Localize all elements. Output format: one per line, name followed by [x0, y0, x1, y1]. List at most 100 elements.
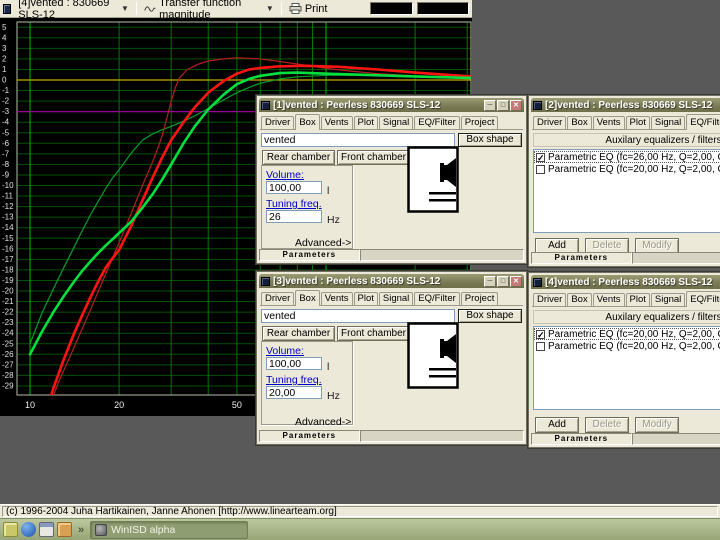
checkbox-unchecked-icon[interactable]: [536, 165, 545, 174]
tab-signal[interactable]: Signal: [379, 116, 413, 129]
tuning-freq-unit: Hz: [327, 390, 340, 402]
window-3-vented: [3]vented : Peerless 830669 SLS-12 ─ □ ✕…: [256, 271, 527, 445]
tab-box[interactable]: Box: [567, 116, 591, 129]
tuning-freq-unit: Hz: [327, 214, 340, 226]
tab-driver[interactable]: Driver: [261, 116, 294, 129]
minimize-icon[interactable]: ─: [484, 100, 496, 111]
eq-list-item[interactable]: Parametric EQ (fc=20,00 Hz, Q=2,00, Gain…: [534, 163, 720, 175]
maximize-icon[interactable]: □: [497, 100, 509, 111]
svg-text:-19: -19: [2, 276, 14, 285]
maximize-icon[interactable]: □: [497, 276, 509, 287]
svg-text:-26: -26: [2, 350, 14, 359]
volume-input[interactable]: [266, 181, 322, 194]
eq-list-item[interactable]: ✓ Parametric EQ (fc=26,00 Hz, Q=2,00, Ga…: [534, 151, 720, 163]
tab-plot[interactable]: Plot: [354, 292, 378, 305]
tab-vents[interactable]: Vents: [593, 293, 625, 306]
tab-box[interactable]: Box: [567, 293, 591, 306]
advanced-link[interactable]: Advanced->: [295, 237, 351, 249]
rear-chamber-button[interactable]: Rear chamber: [262, 150, 335, 165]
box-name-input[interactable]: [261, 309, 455, 323]
print-button[interactable]: Print: [286, 1, 331, 17]
tab-box[interactable]: Box: [295, 114, 319, 130]
tab-project[interactable]: Project: [461, 116, 499, 129]
tab-driver[interactable]: Driver: [533, 293, 566, 306]
checkbox-unchecked-icon[interactable]: [536, 342, 545, 351]
tab-signal[interactable]: Signal: [651, 116, 685, 129]
front-chamber-button[interactable]: Front chamber: [337, 326, 410, 341]
tab-vents[interactable]: Vents: [593, 116, 625, 129]
tab-signal[interactable]: Signal: [651, 293, 685, 306]
checkbox-checked-icon[interactable]: ✓: [536, 153, 545, 162]
svg-text:-13: -13: [2, 213, 14, 222]
parameters-label: Parameters: [531, 433, 632, 445]
quick-launch-folder-icon[interactable]: [57, 522, 72, 537]
box-shape-button[interactable]: Box shape: [458, 309, 522, 323]
box-name-input[interactable]: [261, 133, 455, 147]
rear-chamber-button[interactable]: Rear chamber: [262, 326, 335, 341]
delete-button[interactable]: Delete: [585, 417, 629, 433]
eq-list-item[interactable]: Parametric EQ (fc=20,00 Hz, Q=2,00, Gain…: [534, 340, 720, 352]
advanced-link[interactable]: Advanced->: [295, 416, 351, 428]
tab-vents[interactable]: Vents: [321, 292, 353, 305]
box-shape-button[interactable]: Box shape: [458, 133, 522, 147]
front-chamber-button[interactable]: Front chamber: [337, 150, 410, 165]
tab-eq-filter[interactable]: EQ/Filter: [686, 114, 720, 130]
eq-listbox[interactable]: ✓ Parametric EQ (fc=26,00 Hz, Q=2,00, Ga…: [533, 149, 720, 233]
tab-driver[interactable]: Driver: [261, 292, 294, 305]
window-1-title: [1]vented : Peerless 830669 SLS-12: [273, 100, 481, 111]
tab-plot[interactable]: Plot: [626, 293, 650, 306]
svg-text:-23: -23: [2, 318, 14, 327]
volume-input[interactable]: [266, 357, 322, 370]
tab-eq-filter[interactable]: EQ/Filter: [414, 292, 459, 305]
window-4-title: [4]vented : Peerless 830669 SLS-12: [545, 277, 720, 288]
checkbox-checked-icon[interactable]: ✓: [536, 330, 545, 339]
window-4-titlebar[interactable]: [4]vented : Peerless 830669 SLS-12: [531, 275, 720, 289]
tab-driver[interactable]: Driver: [533, 116, 566, 129]
box-diagram: [407, 146, 459, 213]
tab-signal[interactable]: Signal: [379, 292, 413, 305]
tab-eq-filter[interactable]: EQ/Filter: [686, 291, 720, 307]
minimize-icon[interactable]: ─: [484, 276, 496, 287]
cursor-readout-x: [370, 2, 413, 15]
tab-plot[interactable]: Plot: [626, 116, 650, 129]
window-1-titlebar[interactable]: [1]vented : Peerless 830669 SLS-12 ─ □ ✕: [259, 98, 524, 112]
taskbar-button-winisd[interactable]: WinISD alpha: [90, 521, 248, 539]
tuning-freq-input[interactable]: [266, 386, 322, 399]
quick-launch-app-icon[interactable]: [3, 522, 18, 537]
eq-item-label: Parametric EQ (fc=20,00 Hz, Q=2,00, Gain…: [548, 329, 720, 340]
quick-launch-overflow-chevron[interactable]: »: [75, 524, 87, 536]
plot-type-dropdown[interactable]: Transfer function magnitude ▼: [141, 1, 277, 17]
port-line: [429, 375, 456, 378]
eq-list-item[interactable]: ✓ Parametric EQ (fc=20,00 Hz, Q=2,00, Ga…: [534, 328, 720, 340]
svg-text:-17: -17: [2, 255, 14, 264]
window-1-status: Parameters: [259, 249, 524, 261]
window-2-titlebar[interactable]: [2]vented : Peerless 830669 SLS-12: [531, 98, 720, 112]
modify-button[interactable]: Modify: [635, 417, 679, 433]
close-icon[interactable]: ✕: [510, 276, 522, 287]
close-icon[interactable]: ✕: [510, 100, 522, 111]
eq-item-label: Parametric EQ (fc=20,00 Hz, Q=2,00, Gain…: [548, 164, 720, 175]
box-diagram: [407, 322, 459, 389]
svg-text:3: 3: [2, 44, 7, 53]
quick-launch-show-desktop-icon[interactable]: [39, 522, 54, 537]
chevron-down-icon: ▼: [121, 5, 129, 13]
window-4-status: Parameters: [531, 433, 720, 445]
speaker-app-icon: [261, 101, 270, 110]
tab-box[interactable]: Box: [295, 290, 319, 306]
window-selector-dropdown[interactable]: [4]vented : 830669 SLS-12 ▼: [15, 1, 132, 17]
svg-text:-10: -10: [2, 181, 14, 190]
window-3-titlebar[interactable]: [3]vented : Peerless 830669 SLS-12 ─ □ ✕: [259, 274, 524, 288]
tab-plot[interactable]: Plot: [354, 116, 378, 129]
child-window-icon[interactable]: [3, 4, 11, 14]
tab-project[interactable]: Project: [461, 292, 499, 305]
tuning-freq-input[interactable]: [266, 210, 322, 223]
add-button[interactable]: Add: [535, 417, 579, 433]
winisd-app-icon: [95, 524, 107, 536]
quick-launch-browser-icon[interactable]: [21, 522, 36, 537]
speaker-app-icon: [261, 277, 270, 286]
tab-eq-filter[interactable]: EQ/Filter: [414, 116, 459, 129]
eq-listbox[interactable]: ✓ Parametric EQ (fc=20,00 Hz, Q=2,00, Ga…: [533, 326, 720, 410]
toolbar-separator: [281, 2, 282, 15]
chevron-down-icon: ▼: [266, 5, 274, 13]
tab-vents[interactable]: Vents: [321, 116, 353, 129]
